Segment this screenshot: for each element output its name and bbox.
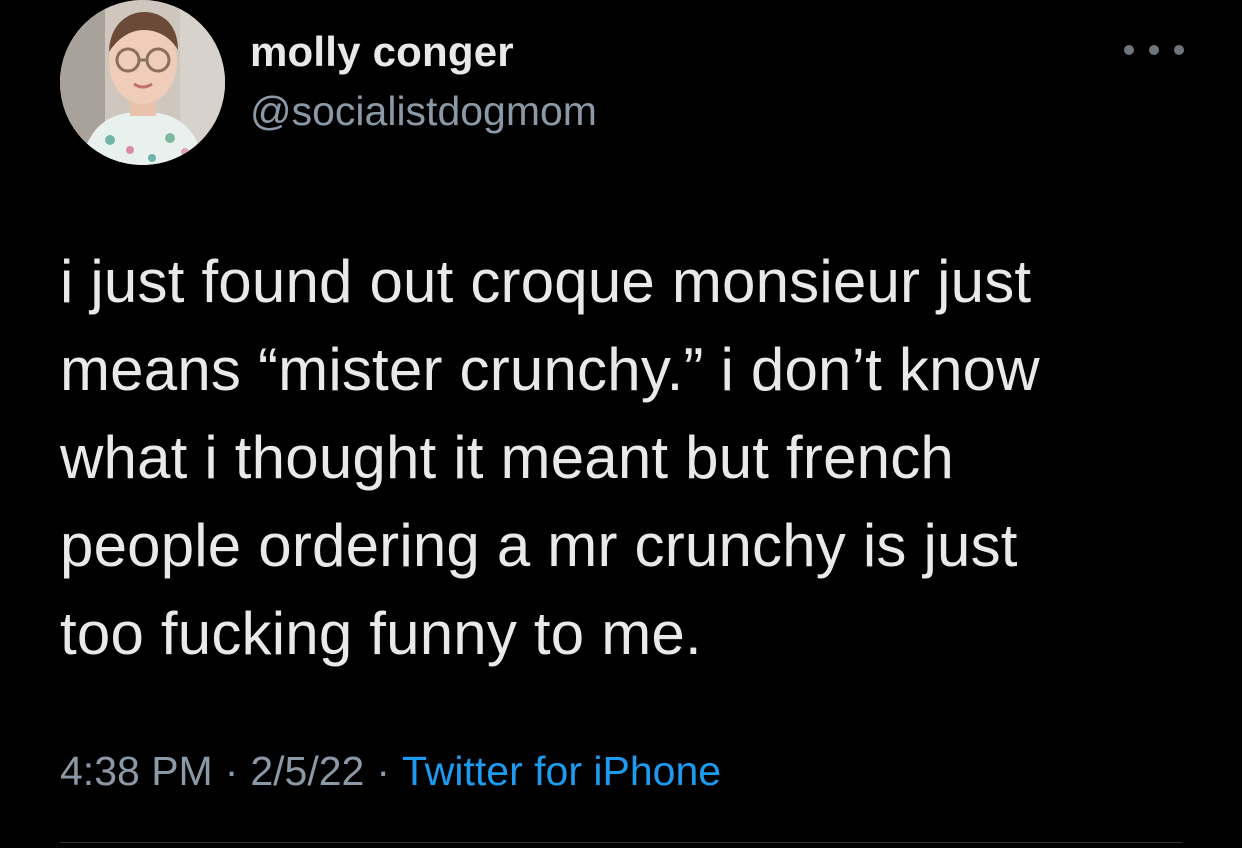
- dot-icon: [1174, 45, 1184, 55]
- tweet-text-line: people ordering a mr crunchy is just: [60, 512, 1018, 579]
- dot-icon: [1124, 45, 1134, 55]
- avatar-photo-icon: [60, 0, 225, 165]
- tweet-meta: 4:38 PM · 2/5/22 · Twitter for iPhone: [60, 748, 721, 795]
- divider: [60, 842, 1182, 843]
- meta-separator: ·: [224, 748, 239, 794]
- avatar[interactable]: [60, 0, 225, 165]
- tweet-card: molly conger @socialistdogmom i just fou…: [0, 0, 1242, 848]
- tweet-text-line: i just found out croque monsieur just: [60, 248, 1032, 315]
- tweet-text-line: what i thought it meant but french: [60, 424, 954, 491]
- tweet-source-link[interactable]: Twitter for iPhone: [402, 748, 721, 794]
- author-name[interactable]: molly conger: [250, 28, 514, 76]
- tweet-text-line: means “mister crunchy.” i don’t know: [60, 336, 1040, 403]
- tweet-text-line: too fucking funny to me.: [60, 600, 702, 667]
- author-handle[interactable]: @socialistdogmom: [250, 88, 597, 135]
- tweet-time[interactable]: 4:38 PM: [60, 748, 213, 794]
- tweet-date[interactable]: 2/5/22: [250, 748, 364, 794]
- dot-icon: [1149, 45, 1159, 55]
- tweet-text: i just found out croque monsieur just me…: [60, 238, 1210, 678]
- meta-separator: ·: [376, 748, 391, 794]
- more-options-icon[interactable]: [1124, 30, 1184, 70]
